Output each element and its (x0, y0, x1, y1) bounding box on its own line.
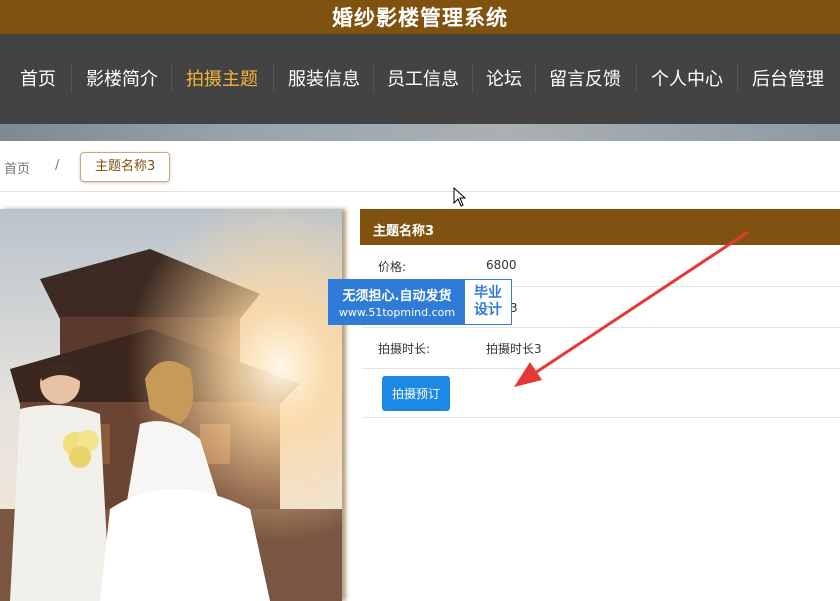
watermark-text: 无须担心.自动发货 www.51topmind.com (329, 280, 465, 324)
divider (362, 417, 840, 418)
nav-item-costumes[interactable]: 服装信息 (288, 65, 360, 91)
mouse-cursor-icon (453, 187, 467, 207)
breadcrumb-current: 主题名称3 (80, 152, 171, 182)
nav-item-home[interactable]: 首页 (20, 65, 56, 91)
breadcrumb-separator: / (55, 158, 60, 173)
detail-header: 主题名称3 (360, 209, 840, 245)
title-bar: 婚纱影楼管理系统 (0, 0, 840, 34)
book-shoot-button[interactable]: 拍摄预订 (382, 376, 450, 411)
breadcrumb: 首页 / 主题名称3 (0, 141, 840, 192)
detail-title: 主题名称3 (373, 224, 435, 239)
nav-item-themes[interactable]: 拍摄主题 (186, 65, 258, 91)
nav-item-forum[interactable]: 论坛 (486, 65, 522, 91)
watermark-badge-line1: 毕业 (474, 285, 502, 301)
nav-item-admin[interactable]: 后台管理 (752, 65, 824, 91)
app-title: 婚纱影楼管理系统 (332, 6, 508, 30)
nav-item-feedback[interactable]: 留言反馈 (549, 65, 621, 91)
main-nav: 首页 影楼简介 拍摄主题 服装信息 员工信息 论坛 留言反馈 个人中心 后台管理 (0, 34, 840, 124)
watermark-url: www.51topmind.com (338, 306, 456, 319)
detail-row-duration: 拍摄时长: 拍摄时长3 (362, 327, 840, 369)
nav-item-profile[interactable]: 个人中心 (651, 65, 723, 91)
watermark-badge: 毕业 设计 (465, 280, 511, 324)
duration-value: 拍摄时长3 (486, 342, 542, 356)
watermark-line1: 无须担心.自动发货 (342, 289, 452, 304)
watermark-banner: 无须担心.自动发货 www.51topmind.com 毕业 设计 (328, 279, 512, 325)
nav-item-about[interactable]: 影楼简介 (86, 65, 158, 91)
watermark-badge-line2: 设计 (474, 302, 502, 318)
duration-label: 拍摄时长: (378, 342, 431, 356)
nav-item-staff[interactable]: 员工信息 (387, 65, 459, 91)
banner-strip (0, 124, 840, 141)
theme-photo (0, 209, 342, 601)
breadcrumb-home-link[interactable]: 首页 (4, 158, 30, 177)
price-value: 6800 (486, 258, 517, 272)
price-label: 价格: (378, 260, 407, 274)
